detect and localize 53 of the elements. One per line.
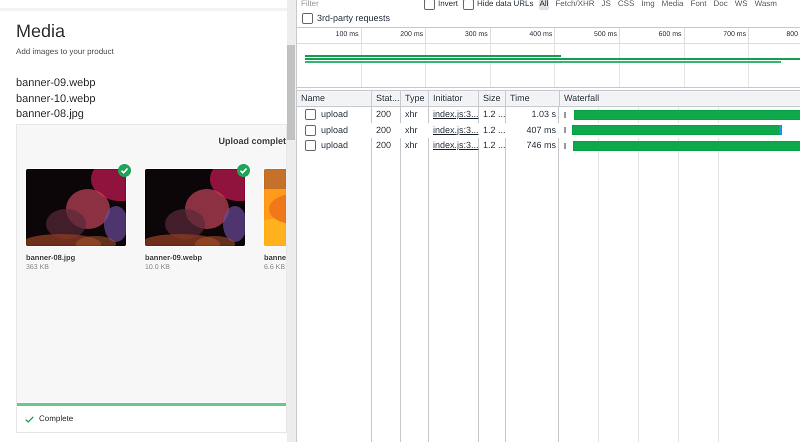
column-header[interactable]: Size [479,91,506,106]
initiator-link[interactable]: index.js:3... [433,108,479,122]
type-filter[interactable]: JS [600,0,612,10]
initiator-link[interactable]: index.js:3... [433,139,479,152]
column-header[interactable]: Name [297,91,372,106]
table-cell: upload [321,124,348,137]
type-filter[interactable]: Fetch/XHR [554,0,596,10]
table-cell-text: 200 [376,124,392,136]
checkbox[interactable] [305,140,316,152]
table-cell-text: xhr [405,108,418,121]
file-name: banner-09.webp [16,76,97,91]
checkbox[interactable] [305,109,316,120]
table-cell-text: xhr [405,139,418,152]
type-filter[interactable]: CSS [616,0,636,10]
checkbox[interactable] [302,13,313,24]
checkbox[interactable] [305,124,316,136]
column-header[interactable]: Waterfall [560,91,800,106]
table-cell-text: 1.2 ... [483,139,506,152]
table-cell-text: 200 [376,139,392,152]
checkbox[interactable] [463,0,474,10]
section-subtitle: Add images to your product [16,47,115,57]
type-filter[interactable]: Img [640,0,656,10]
initiator-link[interactable]: index.js:3... [433,124,479,137]
option-label: Hide data URLs [477,0,534,10]
option-label: Invert [438,0,458,10]
option-label: 3rd-party requests [317,12,390,25]
checkbox[interactable] [424,0,435,10]
table-cell-text: 746 ms [526,139,556,152]
table-cell-text: 407 ms [526,124,556,136]
column-header[interactable]: Stat... [372,91,401,106]
type-filter[interactable]: All [538,0,550,10]
type-filter[interactable]: Wasm [754,0,778,10]
file-name: banner-10.webp [16,92,97,106]
type-filter[interactable]: Doc [712,0,729,10]
section-title: Media [16,20,66,42]
check-icon [25,416,34,422]
file-name: banner-08.jpg [16,107,85,122]
type-filter[interactable]: Media [660,0,684,10]
table-cell-text: upload [321,139,348,152]
column-header[interactable]: Initiator [429,91,479,106]
type-filter[interactable]: WS [734,0,749,10]
table-cell-text: upload [321,108,348,121]
table-cell-text: 1.03 s [531,108,556,121]
table-cell-text: xhr [405,124,418,136]
footer-status: Complete [39,413,74,425]
table-cell-text: 200 [376,108,392,121]
table-cell-text: 1.2 ... [483,124,506,136]
column-header[interactable]: Time [506,91,560,106]
scrollbar-thumb[interactable] [287,45,295,140]
upload-status: Upload complet [218,134,286,148]
column-header[interactable]: Type [401,91,429,106]
table-cell-text: 1.2 ... [483,108,506,121]
type-filter[interactable]: Font [689,0,708,10]
